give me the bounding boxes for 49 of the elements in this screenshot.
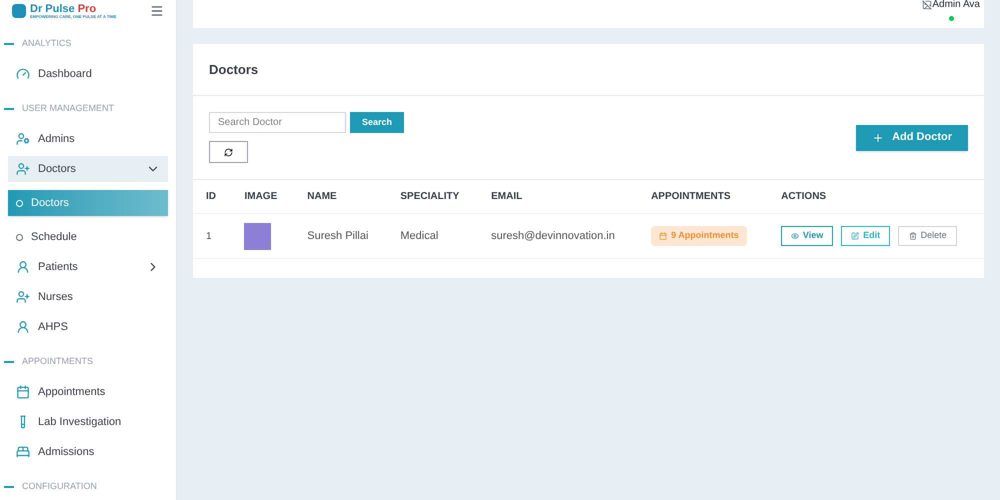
sidebar-item[interactable]: AHPS — [8, 314, 168, 340]
sidebar-item[interactable]: Admins — [8, 126, 168, 152]
column-header: IMAGE — [231, 180, 294, 214]
sidebar-item[interactable]: Lab Investigation — [8, 409, 168, 435]
gauge-icon — [16, 67, 30, 81]
column-header: ID — [193, 180, 232, 214]
search-field[interactable]: Search Doctor — [209, 112, 346, 133]
sidebar-item[interactable]: Nurses — [8, 284, 168, 310]
section-heading: ANALYTICS — [22, 37, 72, 50]
column-header: EMAIL — [478, 180, 638, 214]
photo-placeholder — [244, 222, 272, 250]
calendar-icon — [659, 232, 668, 240]
user-plus-icon — [16, 162, 30, 176]
user-plus-icon — [16, 290, 30, 304]
user-icon — [16, 260, 30, 274]
edit-icon — [851, 232, 860, 240]
table-cell: Medical — [387, 214, 478, 258]
appointments-badge: 9 Appointments — [651, 226, 747, 246]
section-heading: USER MANAGEMENT — [22, 102, 114, 116]
table-cell: Suresh Pillai — [294, 214, 388, 258]
avatar-alt-text: Admin Ava — [932, 0, 980, 10]
eye-icon — [790, 232, 799, 240]
sidebar-subitem[interactable]: Schedule — [8, 224, 168, 250]
calendar-icon — [16, 385, 30, 399]
sidebar-item[interactable]: Doctors — [8, 156, 168, 182]
sidebar-item[interactable]: Appointments — [8, 379, 168, 405]
table-cell: suresh@devinnovation.in — [478, 214, 638, 258]
menu-icon[interactable] — [150, 4, 164, 18]
refresh-icon — [224, 148, 233, 156]
sidebar-item[interactable]: Admissions — [8, 439, 168, 465]
column-header: ACTIONS — [768, 180, 984, 214]
sidebar-item[interactable]: Patients — [8, 254, 168, 280]
logo-icon — [12, 4, 26, 18]
trash-icon — [908, 232, 917, 240]
column-header: APPOINTMENTS — [638, 180, 768, 214]
section-heading: APPOINTMENTS — [22, 355, 94, 368]
column-header: NAME — [294, 180, 388, 214]
refresh-button[interactable] — [209, 141, 248, 163]
bed-icon — [16, 445, 30, 459]
column-header: SPECIALITY — [387, 180, 478, 214]
table-cell: 1 — [193, 214, 232, 258]
card-title: Doctors — [209, 60, 258, 79]
section-heading: CONFIGURATION — [22, 480, 97, 494]
broken-image-icon — [922, 0, 932, 10]
sidebar-item[interactable]: Dashboard — [8, 61, 168, 87]
user-icon — [16, 320, 30, 334]
plus-icon — [872, 132, 884, 144]
logo-text: Dr Pulse Pro — [30, 4, 98, 14]
user-gear-icon — [16, 132, 30, 146]
